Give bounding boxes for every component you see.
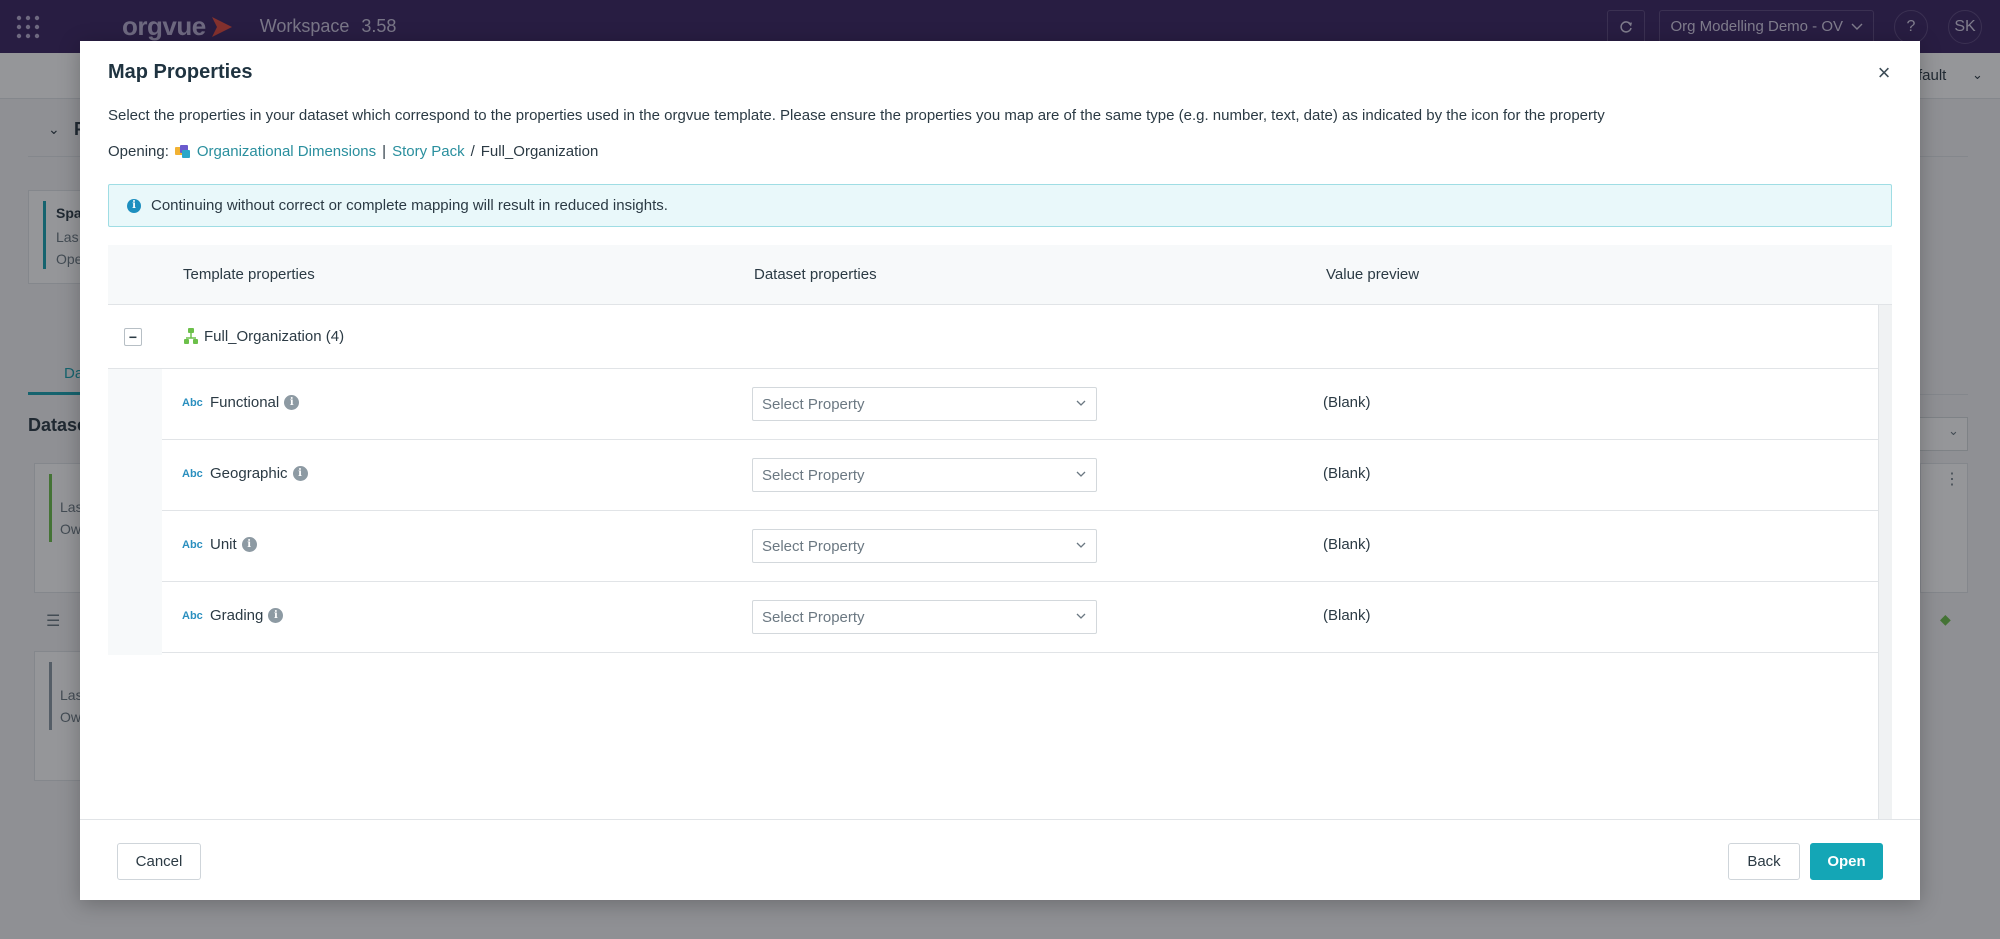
select-placeholder: Select Property xyxy=(762,608,865,626)
select-placeholder: Select Property xyxy=(762,395,865,413)
select-placeholder: Select Property xyxy=(762,466,865,484)
property-name: Functional xyxy=(210,394,280,411)
table-scrollbar[interactable] xyxy=(1878,305,1892,822)
close-button[interactable]: × xyxy=(1870,59,1898,87)
value-preview: (Blank) xyxy=(1323,465,1371,482)
dimension-icon xyxy=(174,144,191,159)
value-preview: (Blank) xyxy=(1323,536,1371,553)
property-name: Unit xyxy=(210,536,237,553)
dialog-footer: Cancel Back Open xyxy=(80,819,1920,900)
back-button[interactable]: Back xyxy=(1728,843,1800,880)
template-property: Geographic i xyxy=(210,465,308,482)
map-properties-dialog: Map Properties × Select the properties i… xyxy=(80,41,1920,900)
template-property: Grading i xyxy=(210,607,284,624)
property-name: Geographic xyxy=(210,465,288,482)
breadcrumb-divider: | xyxy=(382,143,387,160)
value-preview: (Blank) xyxy=(1323,394,1371,411)
mapping-info-alert: i Continuing without correct or complete… xyxy=(108,184,1892,227)
table-row: Abc Unit i Select Property (Blank) xyxy=(162,511,1878,582)
text-type-icon: Abc xyxy=(182,610,203,622)
chevron-down-icon xyxy=(1076,613,1086,619)
close-icon: × xyxy=(1877,60,1891,85)
minus-icon: − xyxy=(128,329,138,345)
value-preview: (Blank) xyxy=(1323,607,1371,624)
breadcrumb-current: Full_Organization xyxy=(480,143,599,160)
dataset-property-select[interactable]: Select Property xyxy=(752,458,1097,492)
dataset-property-select[interactable]: Select Property xyxy=(752,387,1097,421)
header-value-preview: Value preview xyxy=(1326,266,1420,283)
chevron-down-icon xyxy=(1076,542,1086,548)
dialog-description: Select the properties in your dataset wh… xyxy=(108,107,1605,124)
property-mapping-table: Template properties Dataset properties V… xyxy=(108,245,1892,822)
text-type-icon: Abc xyxy=(182,397,203,409)
info-icon[interactable]: i xyxy=(241,537,257,552)
breadcrumb-pack-link[interactable]: Story Pack xyxy=(392,143,465,160)
table-row: Abc Grading i Select Property (Blank) xyxy=(162,582,1878,653)
table-header: Template properties Dataset properties V… xyxy=(108,245,1892,305)
cancel-button[interactable]: Cancel xyxy=(117,843,201,880)
opening-breadcrumb: Opening: Organizational Dimensions | Sto… xyxy=(108,143,598,160)
opening-label: Opening: xyxy=(108,143,169,160)
property-name: Grading xyxy=(210,607,264,624)
open-button[interactable]: Open xyxy=(1810,843,1883,880)
chevron-down-icon xyxy=(1076,471,1086,477)
group-label: Full_Organization (4) xyxy=(204,328,345,345)
template-property: Unit i xyxy=(210,536,257,553)
collapse-group-button[interactable]: − xyxy=(124,328,142,346)
header-dataset-properties: Dataset properties xyxy=(754,266,877,283)
hierarchy-icon xyxy=(184,328,198,344)
info-icon[interactable]: i xyxy=(284,395,300,410)
indent-gutter xyxy=(108,369,162,655)
header-template-properties: Template properties xyxy=(183,266,315,283)
select-placeholder: Select Property xyxy=(762,537,865,555)
text-type-icon: Abc xyxy=(182,539,203,551)
breadcrumb-separator: / xyxy=(470,143,475,160)
info-icon: i xyxy=(127,198,141,213)
table-row: Abc Functional i Select Property (Blank) xyxy=(162,369,1878,440)
text-type-icon: Abc xyxy=(182,468,203,480)
info-icon[interactable]: i xyxy=(268,608,284,623)
chevron-down-icon xyxy=(1076,400,1086,406)
breadcrumb-dimension-link[interactable]: Organizational Dimensions xyxy=(197,143,376,160)
dataset-property-select[interactable]: Select Property xyxy=(752,529,1097,563)
group-row: − Full_Organization (4) xyxy=(108,305,1878,369)
template-property: Functional i xyxy=(210,394,300,411)
table-row: Abc Geographic i Select Property (Blank) xyxy=(162,440,1878,511)
alert-text: Continuing without correct or complete m… xyxy=(151,197,668,214)
dialog-title: Map Properties xyxy=(108,61,253,83)
dataset-property-select[interactable]: Select Property xyxy=(752,600,1097,634)
info-icon[interactable]: i xyxy=(292,466,308,481)
